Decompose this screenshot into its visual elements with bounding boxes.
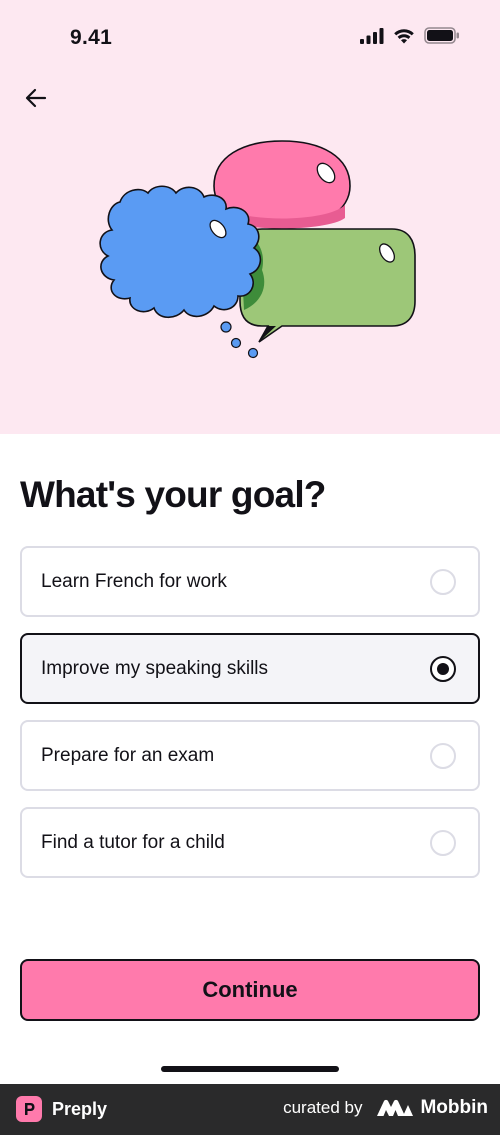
radio-button[interactable] xyxy=(430,742,456,769)
status-time: 9.41 xyxy=(70,26,113,49)
page-title: What's your goal? xyxy=(20,474,326,515)
goal-option-child[interactable]: Find a tutor for a child xyxy=(20,807,480,878)
option-label: Learn French for work xyxy=(41,570,227,592)
back-button[interactable] xyxy=(20,82,52,114)
goal-option-exam[interactable]: Prepare for an exam xyxy=(20,720,480,791)
radio-button[interactable] xyxy=(430,829,456,856)
continue-button[interactable]: Continue xyxy=(20,959,480,1021)
wifi-icon xyxy=(394,28,414,43)
mobbin-brand: Mobbin xyxy=(376,1097,488,1119)
app-name: Preply xyxy=(52,1098,108,1119)
footer-credit: curated by Mobbin xyxy=(283,1097,488,1119)
radio-button-selected[interactable] xyxy=(430,655,456,682)
footer-brand: Preply xyxy=(16,1096,107,1122)
arrow-left-icon xyxy=(25,88,47,108)
status-icons xyxy=(360,27,460,44)
option-label: Prepare for an exam xyxy=(41,744,215,766)
footer-bar: Preply curated by Mobbin xyxy=(0,1084,500,1135)
preply-logo-icon xyxy=(16,1096,42,1122)
speech-bubbles-illustration xyxy=(99,140,416,359)
option-label: Improve my speaking skills xyxy=(41,657,269,679)
curated-by-text: curated by xyxy=(283,1098,363,1117)
status-bar: 9.41 xyxy=(0,0,500,76)
mobbin-logo-icon xyxy=(377,1099,414,1116)
curator-name: Mobbin xyxy=(420,1097,488,1118)
goal-option-work[interactable]: Learn French for work xyxy=(20,546,480,617)
option-label: Find a tutor for a child xyxy=(41,831,225,853)
signal-icon xyxy=(360,27,384,44)
radio-button[interactable] xyxy=(430,568,456,595)
goal-options: Learn French for work Improve my speakin… xyxy=(20,546,480,894)
home-indicator xyxy=(161,1066,339,1072)
hero-banner: 9.41 xyxy=(0,0,500,434)
goal-option-speaking[interactable]: Improve my speaking skills xyxy=(20,633,480,704)
battery-icon xyxy=(424,27,459,44)
